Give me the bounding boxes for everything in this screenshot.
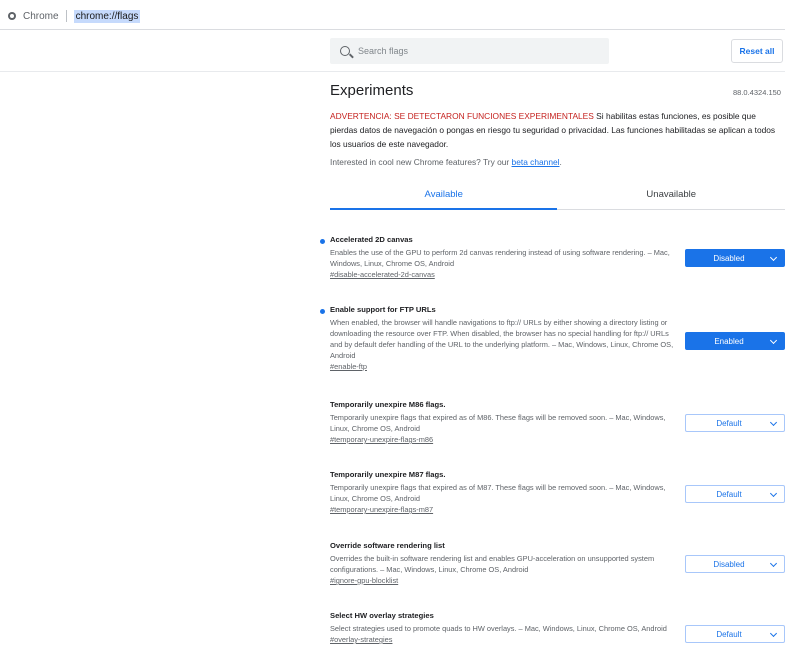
site-label: Chrome (23, 10, 59, 22)
tab-unavailable[interactable]: Unavailable (558, 180, 785, 209)
experiment-unexpire-m86: Temporarily unexpire M86 flags. Temporar… (330, 400, 785, 445)
experiment-accelerated-2d-canvas: Accelerated 2D canvas Enables the use of… (320, 235, 785, 280)
tab-bar: Available Unavailable (330, 180, 785, 210)
experiment-title: Temporarily unexpire M87 flags. (330, 470, 446, 479)
experiment-title: Override software rendering list (330, 541, 445, 550)
select-value: Default (716, 418, 742, 428)
select-value: Disabled (713, 253, 745, 263)
experiment-description: Temporarily unexpire flags that expired … (330, 413, 666, 433)
beta-channel-promo: Interested in cool new Chrome features? … (330, 157, 562, 167)
experiment-state-select[interactable]: Disabled (685, 555, 785, 573)
chevron-down-icon (769, 253, 778, 262)
reset-all-button[interactable]: Reset all (731, 39, 783, 63)
search-input[interactable] (358, 46, 598, 56)
experiment-state-select[interactable]: Disabled (685, 249, 785, 267)
page-title: Experiments (330, 82, 414, 99)
experiment-state-select[interactable]: Enabled (685, 332, 785, 350)
chevron-down-icon (769, 336, 778, 345)
chrome-page-icon (8, 12, 16, 20)
chevron-down-icon (769, 629, 778, 638)
experiment-description: Overrides the built-in software renderin… (330, 554, 655, 574)
url-text[interactable]: chrome://flags (73, 9, 141, 23)
experiment-permalink[interactable]: #disable-accelerated-2d-canvas (330, 269, 785, 280)
experiment-description: Enables the use of the GPU to perform 2d… (330, 248, 670, 268)
experiment-permalink[interactable]: #temporary-unexpire-flags-m86 (330, 434, 785, 445)
flags-header: Reset all (0, 30, 785, 72)
experiment-state-select[interactable]: Default (685, 485, 785, 503)
select-value: Disabled (713, 559, 745, 569)
select-value: Default (716, 629, 742, 639)
promo-suffix: . (559, 157, 562, 167)
experiment-ignore-gpu-blocklist: Override software rendering list Overrid… (330, 541, 785, 586)
promo-prefix: Interested in cool new Chrome features? … (330, 157, 512, 167)
tab-available[interactable]: Available (330, 180, 558, 209)
experiment-overlay-strategies: Select HW overlay strategies Select stra… (330, 611, 785, 645)
chevron-down-icon (769, 559, 778, 568)
address-bar[interactable]: Chrome chrome://flags (0, 0, 785, 30)
experiment-title: Temporarily unexpire M86 flags. (330, 400, 446, 409)
experiment-description: When enabled, the browser will handle na… (330, 318, 674, 360)
experiment-description: Temporarily unexpire flags that expired … (330, 483, 666, 503)
warning-headline: ADVERTENCIA: SE DETECTARON FUNCIONES EXP… (330, 111, 594, 121)
chevron-down-icon (769, 418, 778, 427)
experiment-state-select[interactable]: Default (685, 414, 785, 432)
select-value: Enabled (714, 336, 744, 346)
experiment-title: Select HW overlay strategies (330, 611, 434, 620)
experiment-title: Accelerated 2D canvas (330, 235, 413, 244)
experiment-state-select[interactable]: Default (685, 625, 785, 643)
search-icon (340, 46, 350, 56)
select-value: Default (716, 489, 742, 499)
experimental-warning: ADVERTENCIA: SE DETECTARON FUNCIONES EXP… (330, 109, 785, 151)
experiment-permalink[interactable]: #ignore-gpu-blocklist (330, 575, 785, 586)
omnibox-divider (65, 10, 67, 22)
experiment-permalink[interactable]: #temporary-unexpire-flags-m87 (330, 504, 785, 515)
search-box[interactable] (330, 38, 609, 64)
version-number: 88.0.4324.150 (733, 88, 781, 97)
experiment-permalink[interactable]: #enable-ftp (330, 361, 785, 372)
modified-indicator-dot (320, 309, 325, 314)
modified-indicator-dot (320, 239, 325, 244)
experiment-title: Enable support for FTP URLs (330, 305, 436, 314)
experiment-description: Select strategies used to promote quads … (330, 624, 667, 633)
active-tab-indicator (330, 208, 557, 210)
chevron-down-icon (769, 489, 778, 498)
omnibox-content[interactable]: Chrome chrome://flags (8, 8, 141, 24)
experiment-unexpire-m87: Temporarily unexpire M87 flags. Temporar… (330, 470, 785, 515)
experiment-enable-ftp: Enable support for FTP URLs When enabled… (320, 305, 785, 372)
beta-channel-link[interactable]: beta channel (512, 157, 560, 167)
